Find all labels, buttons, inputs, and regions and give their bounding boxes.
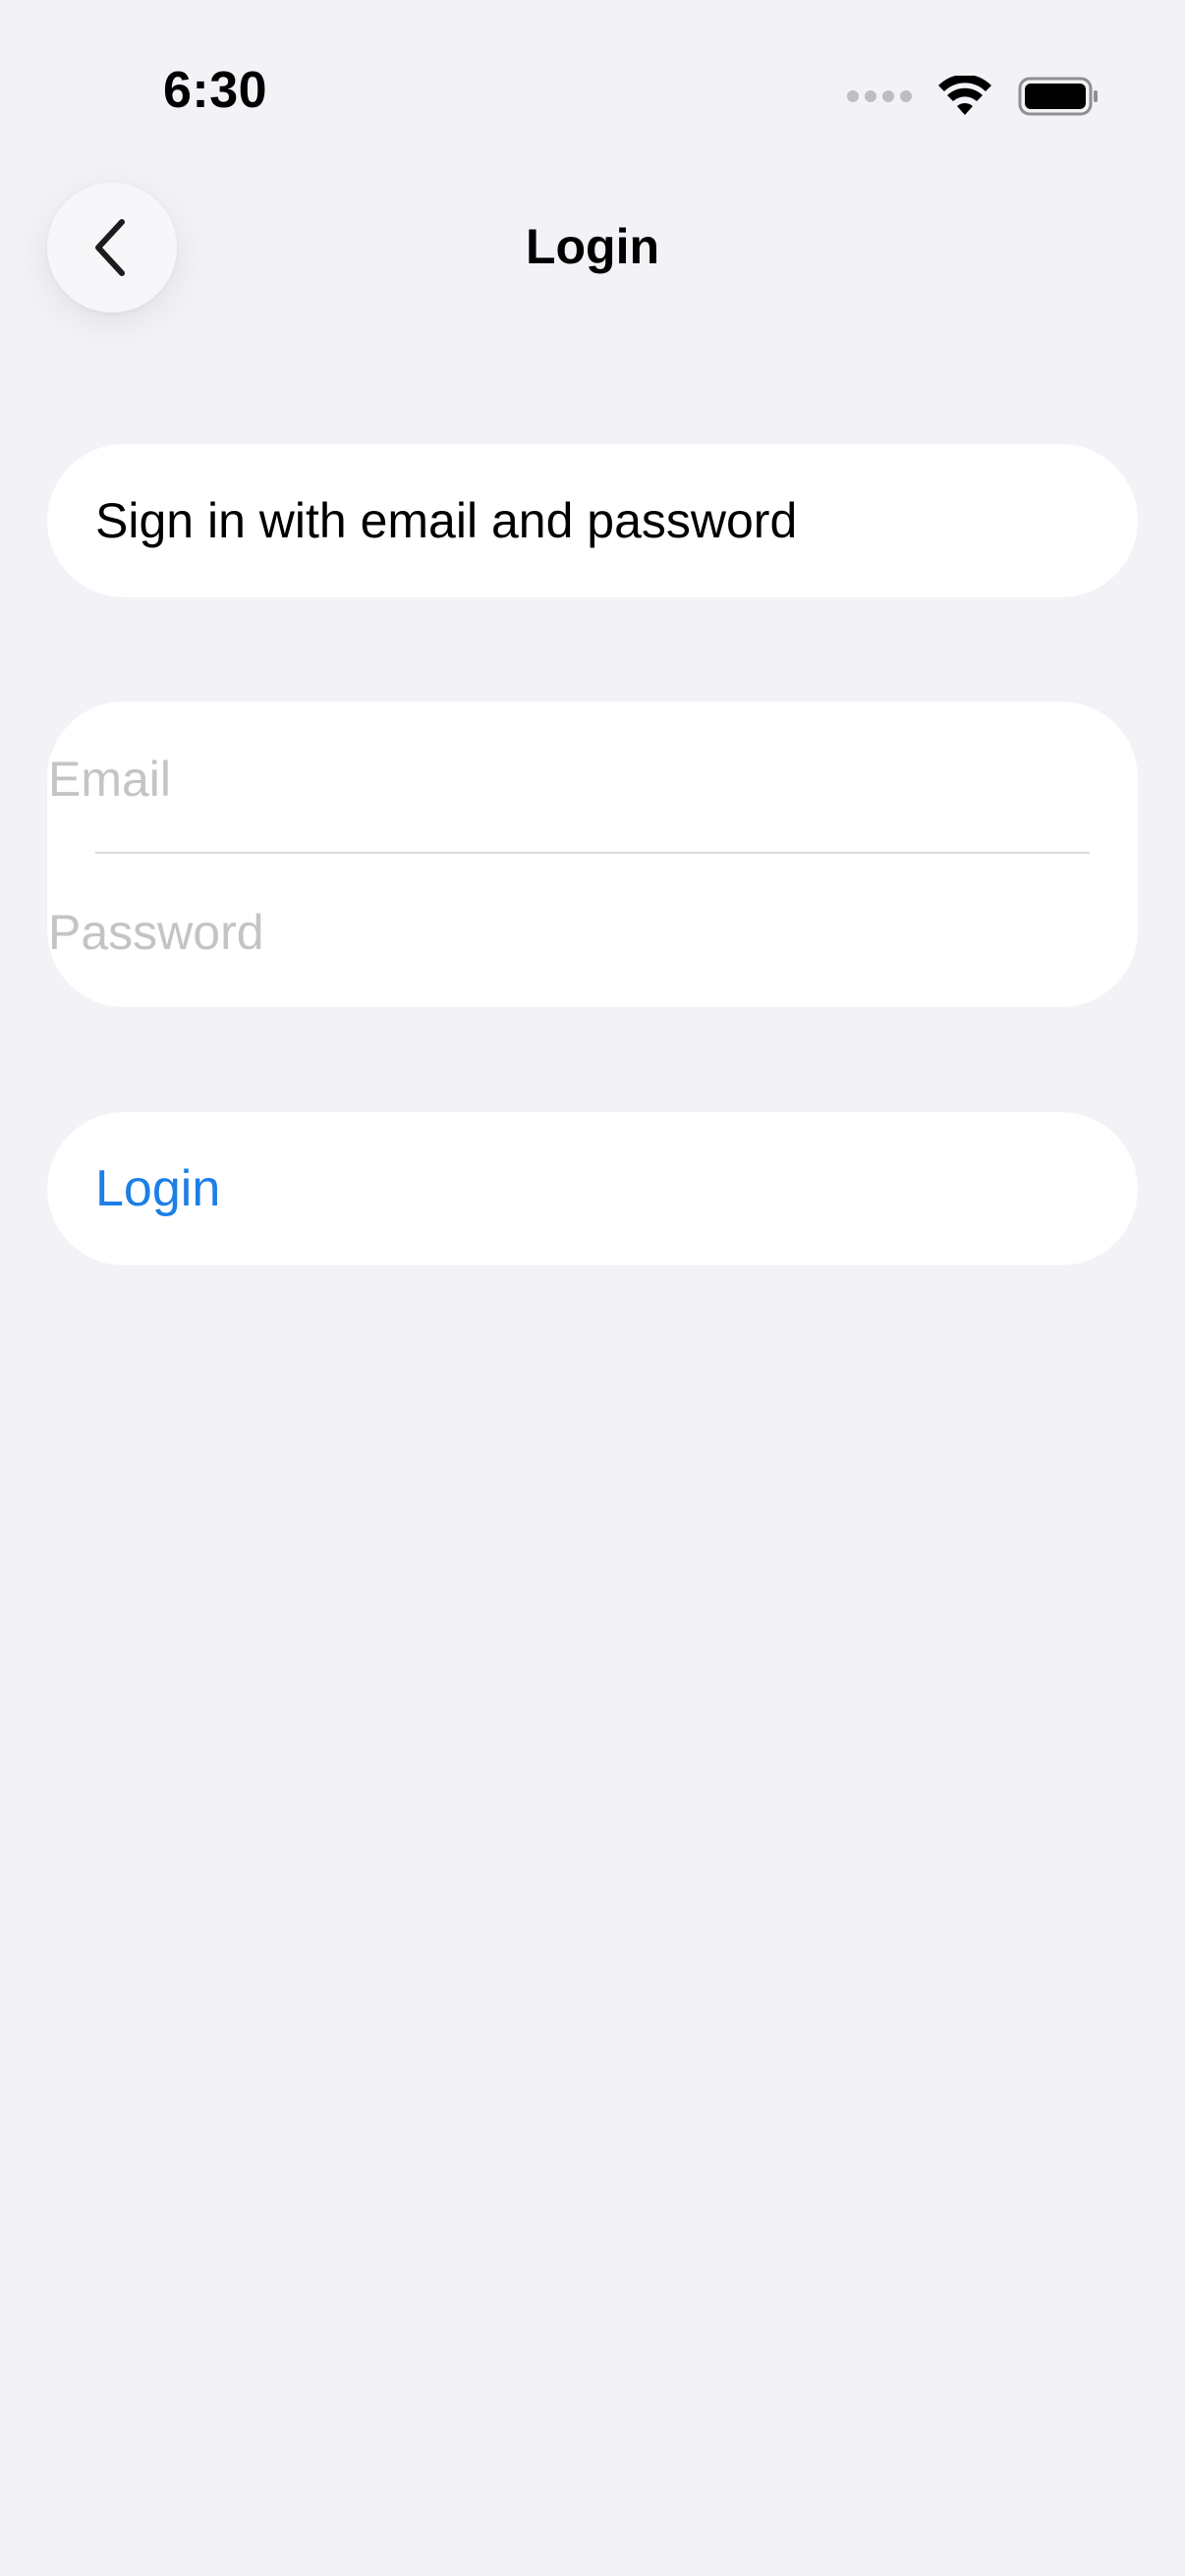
page-title: Login (525, 219, 660, 274)
password-input[interactable] (48, 898, 1043, 967)
status-time: 6:30 (163, 62, 268, 119)
info-card: Sign in with email and password (47, 444, 1138, 597)
login-button[interactable]: Login (47, 1112, 1138, 1265)
status-icons (847, 75, 1099, 118)
form-divider (95, 852, 1090, 854)
info-text: Sign in with email and password (95, 493, 798, 548)
email-input[interactable] (48, 745, 1043, 813)
cellular-signal-icon (847, 90, 912, 102)
wifi-icon (938, 76, 991, 115)
status-bar: 6:30 (0, 0, 1185, 187)
login-button-label: Login (95, 1160, 221, 1217)
battery-icon (1018, 77, 1098, 116)
